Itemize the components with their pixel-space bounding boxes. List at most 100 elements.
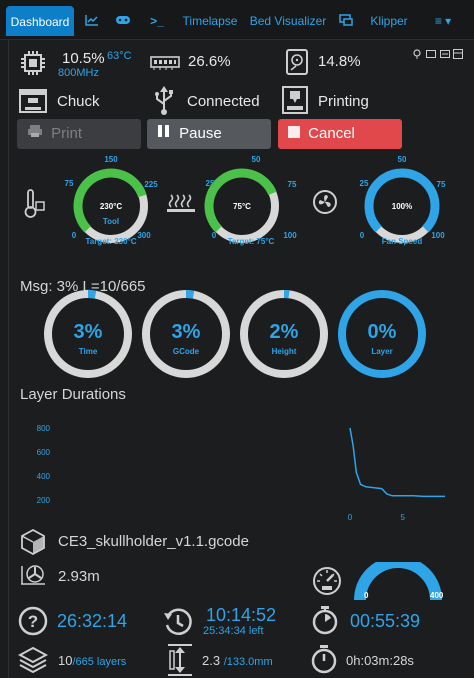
progress-layer: 0% Layer <box>338 290 426 378</box>
progress-height-label: Height <box>272 347 297 356</box>
speed-gauge: 0 400 <box>354 562 444 601</box>
tab-monitor[interactable] <box>334 0 358 40</box>
usb-icon <box>152 86 176 119</box>
stopwatch-icon <box>310 604 340 639</box>
printer-3d-icon <box>18 88 48 117</box>
cancel-button[interactable]: Cancel <box>278 119 402 149</box>
layers-stack-icon <box>17 645 49 678</box>
layout-icon[interactable] <box>453 46 463 62</box>
svg-text:?: ? <box>28 612 38 631</box>
tool-tick-150: 150 <box>104 155 118 164</box>
speedometer-icon <box>312 566 342 599</box>
total-layers: /665 layers <box>72 656 127 668</box>
tab-bed-visualizer[interactable]: Bed Visualizer <box>248 0 328 40</box>
y-tick-label: 600 <box>37 448 51 457</box>
print-button[interactable]: Print <box>17 119 141 149</box>
bed-value: 75°C <box>233 202 251 211</box>
layer-durations-chart: 800600400200 05 <box>37 424 445 522</box>
tab-graph[interactable] <box>80 0 104 40</box>
tool-gauge: 230°C Tool 75 150 225 0 300 Target: 230°… <box>65 155 159 246</box>
file-cube-icon <box>20 528 46 559</box>
bed-tick-max: 100 <box>283 231 297 240</box>
time-left: 25:34:34 left <box>203 625 264 637</box>
bed-tick-min: 0 <box>212 231 217 240</box>
x-tick-label: 5 <box>401 513 406 522</box>
y-tick-labels: 800 600 400 200 <box>37 424 51 505</box>
printer-icon <box>27 119 43 149</box>
x-tick-labels: 05 <box>348 513 406 522</box>
z-height: 2.3 /133.0mm <box>202 653 273 668</box>
elapsed-time: 00:55:39 <box>350 611 421 631</box>
tab-timelapse[interactable]: Timelapse <box>180 0 240 40</box>
duration-series-line <box>349 427 445 498</box>
progress-gcode-value: 3% <box>172 321 201 343</box>
filament-length: 2.93m <box>58 568 100 585</box>
print-state: Printing <box>318 93 369 110</box>
pause-button[interactable]: Pause <box>147 119 271 149</box>
current-height: 2.3 <box>202 653 221 668</box>
tab-terminal[interactable]: >_ <box>144 0 170 40</box>
progress-height-value: 2% <box>270 321 299 343</box>
webcam-icon[interactable] <box>412 46 422 62</box>
estimated-time: 26:32:14 <box>57 611 128 631</box>
progress-time-label: Time <box>79 347 98 356</box>
bed-tick-25: 25 <box>206 179 215 188</box>
progress-gcode-fill <box>185 290 195 299</box>
disk-usage: 14.8% <box>318 53 361 70</box>
fan-gauge: 100% Fan Speed 25 50 75 0 100 <box>360 155 446 246</box>
cpu-load: 10.5% <box>62 50 105 67</box>
y-tick-label: 800 <box>37 424 51 433</box>
stop-icon <box>288 119 300 149</box>
fan-tick-max: 100 <box>431 231 445 240</box>
speed-gauge-arc <box>354 562 442 601</box>
fullscreen-icon[interactable] <box>426 46 436 62</box>
speed-gauge-min: 0 <box>364 591 369 600</box>
fan-tick-25: 25 <box>360 179 369 188</box>
cpu-temp: 63°C <box>107 50 132 62</box>
height-arrows-icon <box>166 643 194 678</box>
connection-status: Connected <box>187 93 260 110</box>
fan-tick-50: 50 <box>398 155 407 164</box>
printer-name: Chuck <box>57 93 100 110</box>
cpu-freq: 800MHz <box>58 67 99 79</box>
monitor-icon <box>339 14 353 26</box>
fan-tick-min: 0 <box>360 231 365 240</box>
progress-layer-label: Layer <box>371 347 392 356</box>
current-layer: 10 <box>58 653 73 668</box>
layer-count: 10/665 layers <box>58 653 126 668</box>
fan-value: 100% <box>392 202 412 211</box>
fan-icon <box>312 189 338 218</box>
filament-spool-icon <box>20 562 46 591</box>
progress-gcode-label: GCode <box>173 347 200 356</box>
fan-name: Fan Speed <box>382 237 423 246</box>
progress-time-value: 3% <box>74 321 103 343</box>
progress-height: 2% Height <box>240 290 328 378</box>
y-tick-label: 400 <box>37 472 51 481</box>
hard-disk-icon <box>286 49 308 78</box>
tab-menu[interactable]: ≡ ▾ <box>428 0 458 40</box>
progress-gcode: 3% GCode <box>142 290 230 378</box>
settings-toggle-icon[interactable] <box>440 46 450 62</box>
pause-label: Pause <box>179 125 222 142</box>
tool-name: Tool <box>103 217 119 226</box>
cancel-label: Cancel <box>308 125 355 142</box>
hotend-thermometer-icon <box>20 188 46 223</box>
bed-tick-50: 50 <box>252 155 261 164</box>
tab-gamepad[interactable] <box>110 0 136 40</box>
clock-history-icon <box>162 606 194 641</box>
tool-value: 230°C <box>100 202 123 211</box>
cpu-icon <box>20 50 46 79</box>
tab-klipper[interactable]: Klipper <box>366 0 412 40</box>
hamburger-icon: ≡ ▾ <box>434 14 452 28</box>
bed-target: Target: 75°C <box>228 237 275 246</box>
tool-tick-min: 0 <box>72 231 77 240</box>
speed-gauge-max: 400 <box>430 591 444 600</box>
progress-layer-value: 0% <box>368 321 397 343</box>
progress-rings: 3% Time 3% GCode 2% Height 0% Layer <box>44 290 426 378</box>
top-navbar: Dashboard >_ Timelapse Bed Visualizer Kl… <box>0 0 474 40</box>
bed-tick-75: 75 <box>288 180 297 189</box>
print-label: Print <box>51 125 83 142</box>
layer-stopwatch-icon <box>310 643 338 678</box>
tab-dashboard[interactable]: Dashboard <box>6 6 74 36</box>
progress-time-fill <box>87 290 97 299</box>
